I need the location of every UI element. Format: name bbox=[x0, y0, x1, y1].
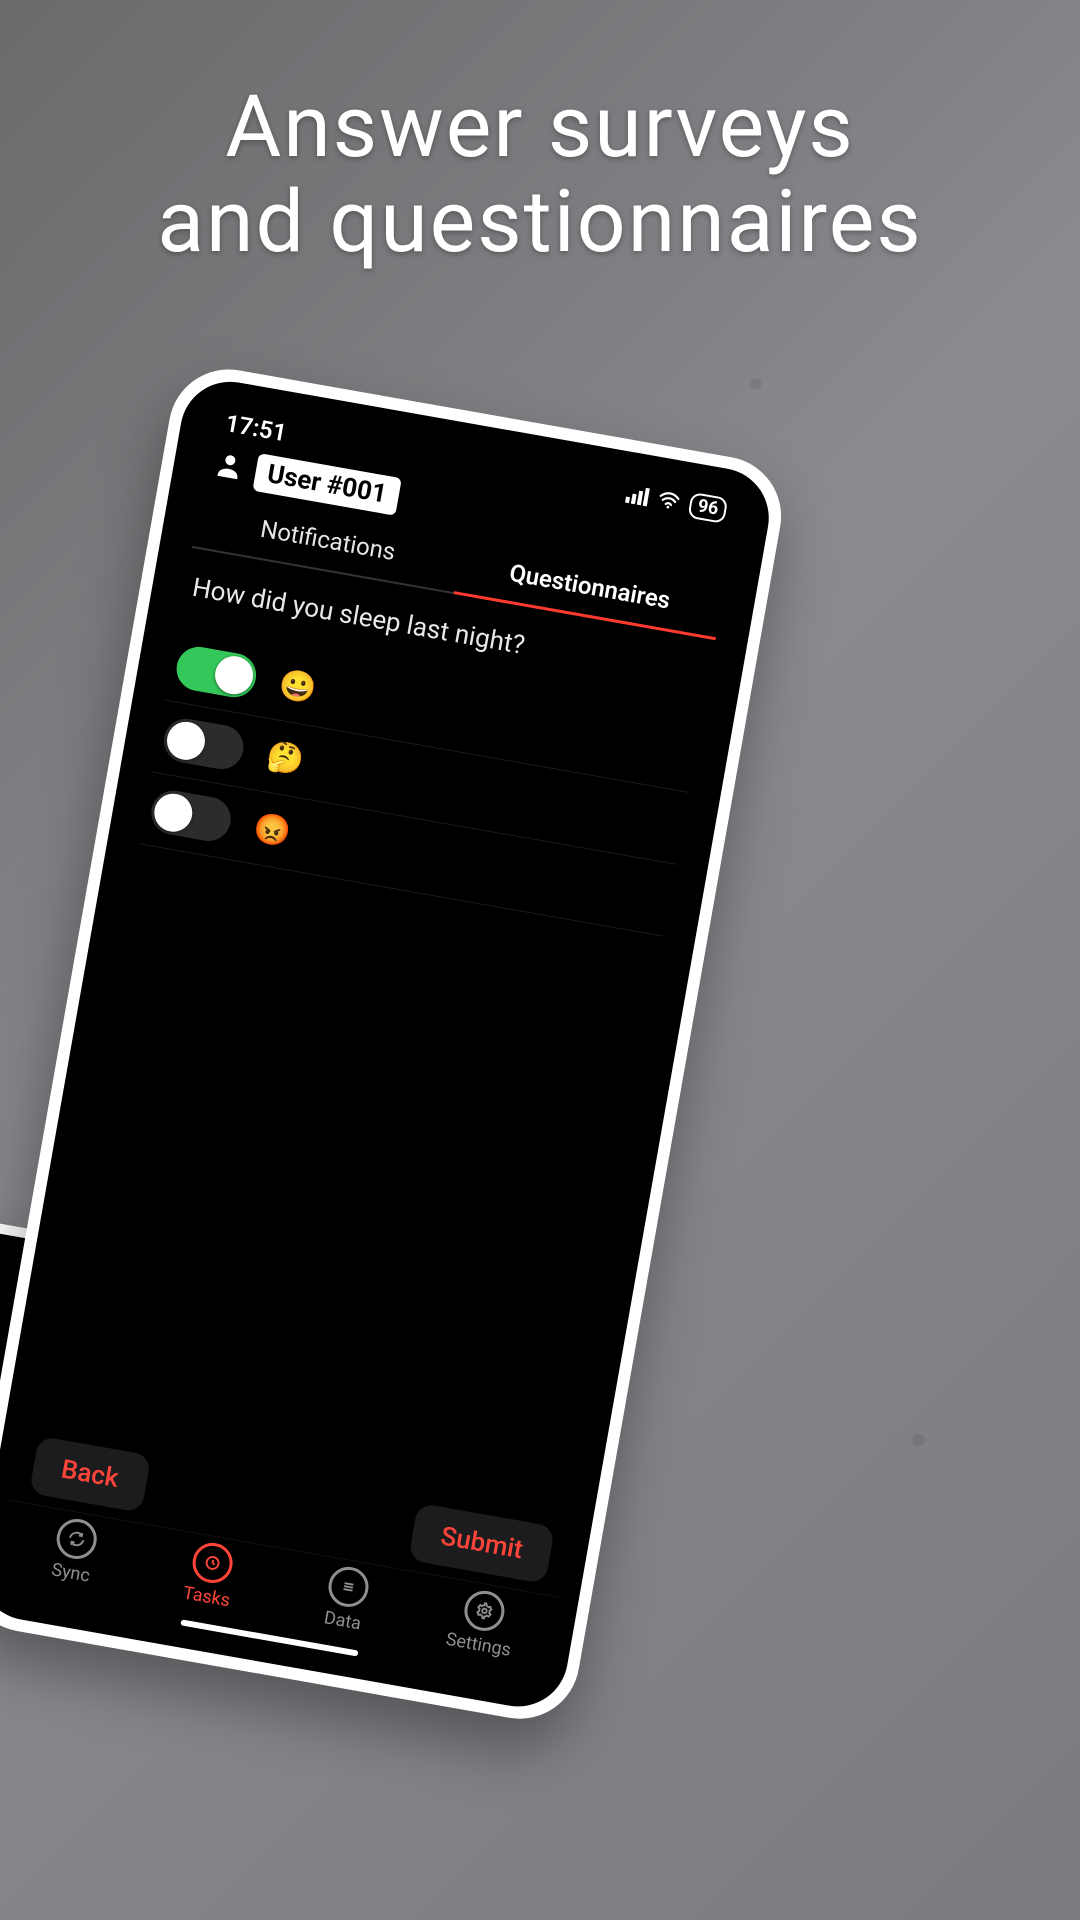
emoji-angry-icon: 😡 bbox=[251, 810, 294, 851]
headline-line-2: and questionnaires bbox=[157, 171, 923, 272]
option-toggle-happy[interactable] bbox=[173, 643, 259, 700]
emoji-thinking-icon: 🤔 bbox=[264, 738, 307, 779]
marketing-headline: Answer surveys and questionnaires bbox=[0, 80, 1080, 269]
nav-label: Data bbox=[322, 1607, 362, 1634]
battery-level: 96 bbox=[688, 492, 729, 524]
nav-label: Settings bbox=[444, 1629, 512, 1661]
nav-item-data[interactable]: Data bbox=[273, 1555, 420, 1643]
nav-item-sync[interactable]: Sync bbox=[1, 1507, 148, 1595]
nav-label: Sync bbox=[50, 1559, 92, 1586]
nav-label: Tasks bbox=[182, 1582, 232, 1611]
option-toggle-angry[interactable] bbox=[148, 787, 234, 844]
headline-line-1: Answer surveys bbox=[225, 76, 855, 177]
user-avatar-icon[interactable] bbox=[211, 448, 246, 487]
back-button[interactable]: Back bbox=[29, 1436, 151, 1513]
phone-mockup: 17:51 96 bbox=[0, 360, 791, 1728]
nav-item-settings[interactable]: Settings bbox=[409, 1579, 556, 1667]
wifi-icon bbox=[656, 485, 683, 516]
data-icon bbox=[325, 1564, 371, 1610]
option-toggle-thinking[interactable] bbox=[160, 715, 246, 772]
submit-button[interactable]: Submit bbox=[408, 1503, 555, 1584]
emoji-happy-icon: 😀 bbox=[276, 666, 319, 707]
settings-icon bbox=[461, 1588, 507, 1634]
sync-icon bbox=[54, 1516, 100, 1562]
nav-item-tasks[interactable]: Tasks bbox=[137, 1531, 284, 1619]
tasks-icon bbox=[189, 1540, 235, 1586]
cellular-signal-icon bbox=[625, 485, 650, 507]
app-screen: 17:51 96 bbox=[0, 395, 756, 1694]
